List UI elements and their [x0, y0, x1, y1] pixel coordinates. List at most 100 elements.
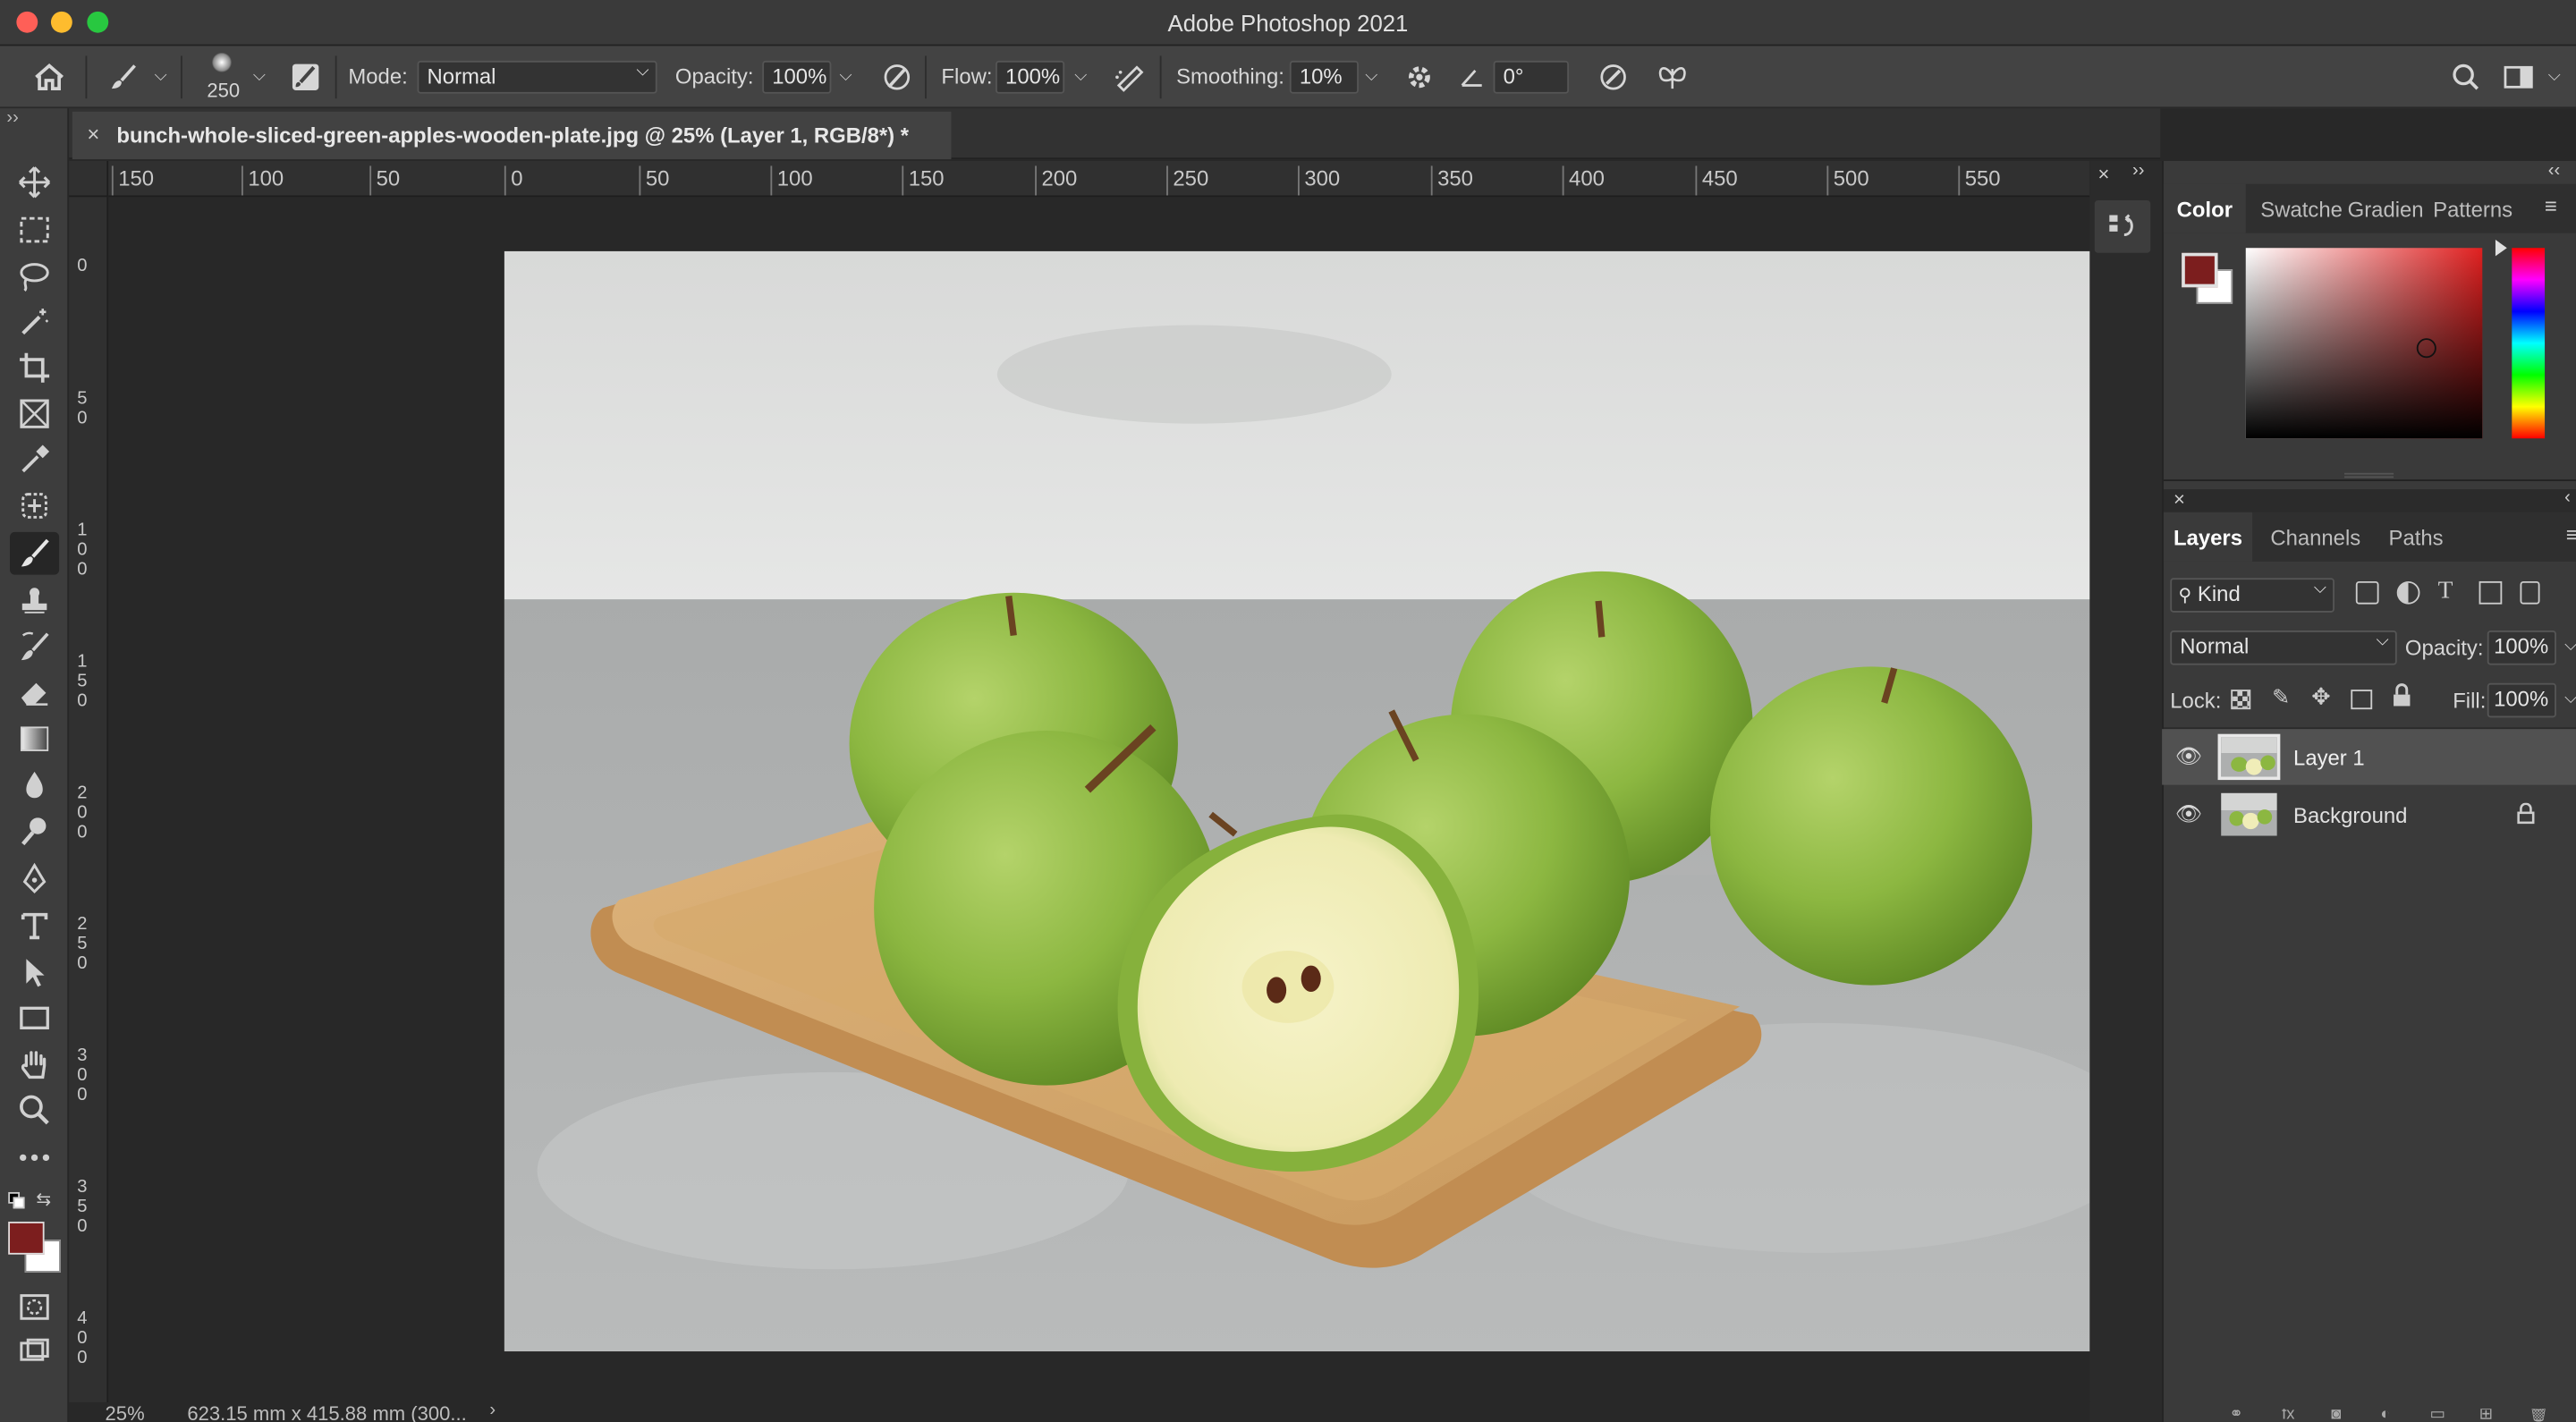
tab-patterns[interactable]: Patterns	[2433, 184, 2512, 233]
pressure-opacity-icon[interactable]	[879, 59, 915, 95]
default-colors-icon[interactable]	[8, 1191, 25, 1209]
history-panel-icon[interactable]	[2094, 199, 2151, 253]
link-layers-icon[interactable]: ⚭	[2229, 1409, 2242, 1422]
add-mask-icon[interactable]: ◙	[2331, 1409, 2341, 1422]
collapse-layers-group-icon[interactable]: ‹	[2564, 487, 2571, 507]
magic-wand-tool-icon[interactable]	[10, 300, 59, 343]
rectangle-tool-icon[interactable]	[10, 996, 59, 1039]
filter-pixel-icon[interactable]	[2355, 580, 2379, 605]
lasso-tool-icon[interactable]	[10, 255, 59, 298]
mode-select[interactable]: Normal ⌵	[417, 60, 657, 94]
airbrush-icon[interactable]	[1112, 59, 1148, 95]
path-selection-tool-icon[interactable]	[10, 951, 59, 994]
expand-strip-icon[interactable]: ››	[2132, 161, 2144, 181]
document-tab[interactable]: × bunch-whole-sliced-green-apples-wooden…	[72, 111, 952, 160]
healing-brush-tool-icon[interactable]	[10, 485, 59, 528]
status-chevron-icon[interactable]: ›	[489, 1401, 496, 1420]
panel-resize-grip[interactable]	[2343, 472, 2394, 478]
lock-pixels-icon[interactable]: ✎	[2272, 685, 2290, 711]
symmetry-butterfly-icon[interactable]	[1653, 59, 1692, 95]
search-icon[interactable]	[2448, 59, 2484, 95]
brush-size-picker[interactable]: 250	[197, 52, 250, 102]
brush-preset-icon[interactable]	[106, 59, 141, 95]
new-group-icon[interactable]: ▭	[2429, 1409, 2445, 1422]
layer-style-icon[interactable]: fx	[2282, 1409, 2294, 1422]
ruler-origin[interactable]	[69, 160, 109, 198]
hand-tool-icon[interactable]	[10, 1043, 59, 1086]
brush-preset-chevron-icon[interactable]: ⌵	[155, 67, 167, 85]
hue-slider-handle[interactable]	[2495, 240, 2507, 257]
flow-input[interactable]: 100%	[996, 60, 1065, 94]
layer-row[interactable]: 👁 Background	[2162, 786, 2576, 842]
filter-smart-object-icon[interactable]	[2520, 580, 2540, 605]
layer-filter-select[interactable]: ⚲ Kind ⌵	[2170, 578, 2334, 613]
pressure-size-icon[interactable]	[1595, 59, 1631, 95]
filter-type-icon[interactable]: T	[2438, 578, 2453, 605]
color-panel-foreground-swatch[interactable]	[2182, 252, 2218, 288]
blend-mode-select[interactable]: Normal ⌵	[2170, 631, 2397, 665]
filter-adjustment-icon[interactable]	[2396, 580, 2420, 605]
new-adjustment-icon[interactable]: ◐	[2380, 1409, 2390, 1422]
lock-position-icon[interactable]: ✥	[2311, 683, 2331, 711]
layer-opacity-input[interactable]: 100%	[2487, 631, 2556, 665]
tab-color[interactable]: Color	[2163, 183, 2246, 233]
layer-lock-icon[interactable]	[2517, 802, 2535, 825]
workspace-icon[interactable]	[2500, 59, 2536, 95]
layers-panel-menu-icon[interactable]: ≡	[2566, 522, 2576, 547]
tab-paths[interactable]: Paths	[2389, 512, 2444, 562]
layer-name[interactable]: Background	[2293, 803, 2407, 828]
zoom-level[interactable]: 25%	[106, 1402, 145, 1422]
marquee-tool-icon[interactable]	[10, 208, 59, 251]
color-picker-cursor[interactable]	[2416, 338, 2436, 359]
tab-gradients[interactable]: Gradien	[2348, 184, 2424, 233]
lock-transparency-icon[interactable]	[2231, 690, 2251, 710]
layer-fill-chevron-icon[interactable]: ⌵	[2564, 690, 2576, 707]
eyedropper-tool-icon[interactable]	[10, 438, 59, 481]
horizontal-ruler[interactable]: 150 100 50 0 50 100 150 200 250 300 350 400 450 500 55…	[108, 160, 2090, 198]
home-icon[interactable]	[30, 59, 69, 95]
new-layer-icon[interactable]: ⊞	[2479, 1409, 2493, 1422]
blur-tool-icon[interactable]	[10, 764, 59, 807]
document-image[interactable]	[504, 250, 2151, 1352]
lock-all-icon[interactable]	[2392, 683, 2411, 708]
more-tools-icon[interactable]	[10, 1137, 59, 1180]
filter-shape-icon[interactable]	[2479, 580, 2503, 605]
lock-artboard-icon[interactable]	[2351, 690, 2373, 710]
opacity-input[interactable]: 100%	[762, 60, 832, 94]
layer-fill-input[interactable]: 100%	[2487, 682, 2556, 718]
tab-layers[interactable]: Layers	[2163, 512, 2253, 562]
angle-input[interactable]: 0°	[1493, 60, 1570, 94]
document-dimensions[interactable]: 623.15 mm x 415.88 mm (300...	[187, 1402, 466, 1422]
workspace-chevron-icon[interactable]: ⌵	[2548, 67, 2561, 85]
history-brush-tool-icon[interactable]	[10, 626, 59, 669]
move-tool-icon[interactable]	[10, 161, 59, 204]
crop-tool-icon[interactable]	[10, 346, 59, 389]
gear-icon[interactable]	[1402, 59, 1437, 95]
brush-tool-icon[interactable]	[10, 531, 60, 575]
close-strip-icon[interactable]: ×	[2097, 163, 2109, 186]
flow-chevron-icon[interactable]: ⌵	[1074, 67, 1087, 85]
zoom-tool-icon[interactable]	[10, 1088, 59, 1131]
close-layers-group-icon[interactable]: ×	[2174, 487, 2185, 511]
smoothing-chevron-icon[interactable]: ⌵	[1365, 67, 1377, 85]
screen-mode-icon[interactable]	[10, 1330, 59, 1373]
eraser-tool-icon[interactable]	[10, 672, 59, 715]
opacity-chevron-icon[interactable]: ⌵	[840, 67, 852, 85]
brush-settings-icon[interactable]	[287, 59, 323, 95]
layer-name[interactable]: Layer 1	[2293, 746, 2365, 771]
tab-channels[interactable]: Channels	[2270, 512, 2360, 562]
visibility-eye-icon[interactable]: 👁	[2175, 744, 2202, 770]
frame-tool-icon[interactable]	[10, 393, 59, 436]
color-field[interactable]	[2245, 248, 2483, 439]
foreground-color-swatch[interactable]	[8, 1221, 45, 1255]
collapse-panels-icon[interactable]: ‹‹	[2548, 161, 2560, 181]
expand-toolbar-icon[interactable]: ››	[6, 108, 18, 128]
color-panel-menu-icon[interactable]: ≡	[2545, 194, 2557, 219]
clone-stamp-tool-icon[interactable]	[10, 580, 59, 622]
swap-colors-icon[interactable]: ⇆	[36, 1189, 51, 1210]
vertical-ruler[interactable]: 0 50 100 150 200 250 300 350 400	[69, 197, 109, 1422]
brush-size-chevron-icon[interactable]: ⌵	[253, 67, 266, 85]
gradient-tool-icon[interactable]	[10, 717, 59, 760]
smoothing-input[interactable]: 10%	[1289, 60, 1359, 94]
type-tool-icon[interactable]	[10, 905, 59, 948]
